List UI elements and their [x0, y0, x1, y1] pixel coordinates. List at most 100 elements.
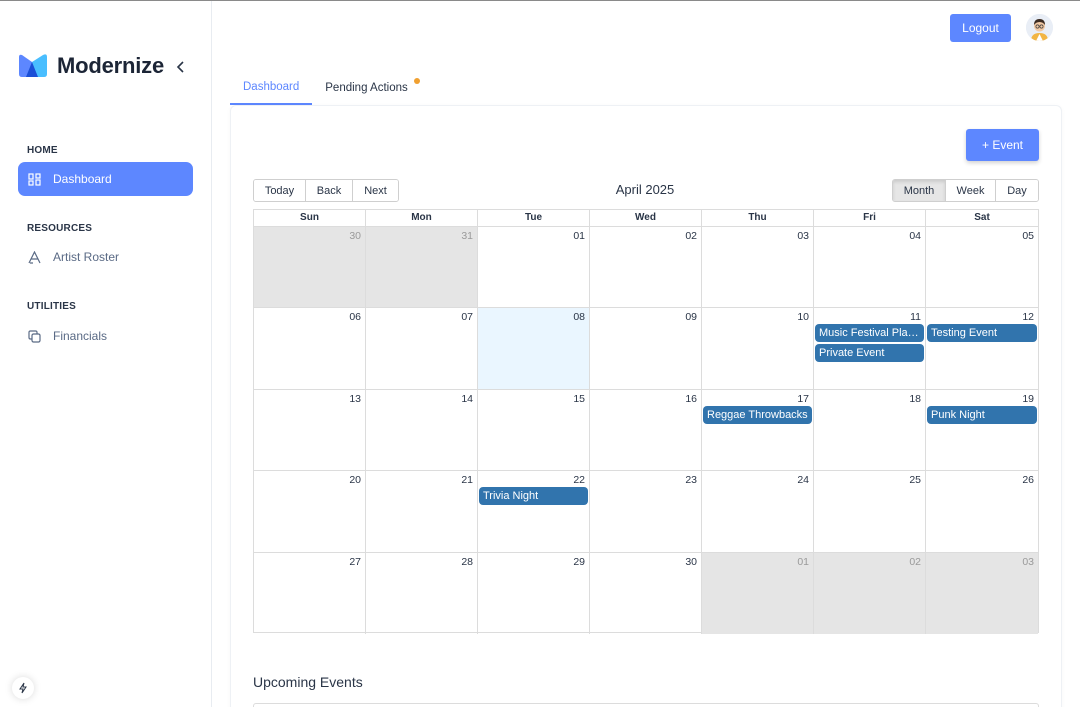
calendar-day-cell[interactable]: 03 [926, 552, 1038, 634]
calendar-day-cell[interactable]: 16 [590, 389, 702, 471]
calendar-day-cell[interactable]: 30 [254, 227, 366, 308]
day-number[interactable]: 20 [349, 474, 361, 486]
day-number[interactable]: 06 [349, 311, 361, 323]
day-number[interactable]: 28 [461, 556, 473, 568]
calendar-event[interactable]: Testing Event [927, 324, 1037, 343]
nav-caption-resources: RESOURCES [27, 223, 93, 234]
calendar-event[interactable]: Trivia Night [479, 487, 588, 506]
day-number[interactable]: 18 [909, 393, 921, 405]
day-number[interactable]: 08 [573, 311, 585, 323]
day-number[interactable]: 04 [909, 230, 921, 242]
today-button[interactable]: Today [254, 180, 306, 201]
calendar-day-cell[interactable]: 19 Punk Night [926, 390, 1038, 470]
day-number[interactable]: 07 [461, 311, 473, 323]
day-number[interactable]: 26 [1022, 474, 1034, 486]
day-number[interactable]: 01 [797, 556, 809, 568]
calendar-day-cell[interactable]: 02 [814, 552, 926, 634]
calendar-day-cell[interactable]: 14 [366, 389, 478, 471]
calendar-event[interactable]: Private Event [815, 344, 924, 363]
day-number[interactable]: 17 [797, 393, 809, 405]
day-number[interactable]: 21 [461, 474, 473, 486]
day-number[interactable]: 01 [573, 230, 585, 242]
calendar-day-cell[interactable]: 24 [702, 471, 814, 552]
calendar-day-cell[interactable]: 20 [254, 471, 366, 552]
weekday-label: Fri [814, 210, 926, 226]
calendar-day-cell[interactable]: 26 [926, 471, 1038, 551]
weekday-label: Tue [478, 210, 590, 226]
day-number[interactable]: 03 [797, 230, 809, 242]
calendar-day-cell[interactable]: 30 [590, 552, 702, 634]
calendar-day-cell[interactable]: 18 [814, 389, 926, 471]
sidebar-item-financials[interactable]: Financials [18, 319, 193, 353]
week-view-button[interactable]: Week [946, 180, 996, 201]
calendar-week-row: 06 07 08 09 10 11 Music Festival Planning Priva… [254, 308, 1038, 390]
calendar-day-cell[interactable]: 01 [478, 227, 590, 308]
day-number[interactable]: 22 [573, 474, 585, 486]
month-view-button[interactable]: Month [893, 180, 946, 201]
calendar-day-cell[interactable]: 04 [814, 227, 926, 308]
calendar-day-cell[interactable]: 10 [702, 308, 814, 389]
day-number[interactable]: 03 [1022, 556, 1034, 568]
calendar-day-cell[interactable]: 23 [590, 471, 702, 552]
typography-icon [27, 250, 41, 264]
next-button[interactable]: Next [353, 180, 398, 201]
bolt-icon[interactable] [12, 677, 34, 699]
day-number[interactable]: 27 [349, 556, 361, 568]
day-number[interactable]: 29 [573, 556, 585, 568]
day-number[interactable]: 19 [1022, 393, 1034, 405]
calendar-day-cell[interactable]: 31 [366, 227, 478, 308]
calendar-day-cell[interactable]: 02 [590, 227, 702, 308]
day-number[interactable]: 24 [797, 474, 809, 486]
calendar-event[interactable]: Music Festival Planning [815, 324, 924, 343]
day-number[interactable]: 11 [910, 311, 921, 323]
back-button[interactable]: Back [306, 180, 353, 201]
sidebar-item-dashboard[interactable]: Dashboard [18, 162, 193, 196]
calendar-day-cell[interactable]: 07 [366, 308, 478, 389]
tab-label: Pending Actions [325, 82, 408, 94]
tab-dashboard[interactable]: Dashboard [230, 71, 313, 105]
calendar-day-cell[interactable]: 22 Trivia Night [478, 471, 590, 552]
day-number[interactable]: 15 [573, 393, 585, 405]
calendar-day-cell[interactable]: 01 [702, 552, 814, 634]
calendar-day-cell[interactable]: 09 [590, 308, 702, 389]
calendar-day-cell[interactable]: 27 [254, 552, 366, 634]
calendar-event[interactable]: Reggae Throwbacks [703, 405, 812, 424]
add-event-button[interactable]: + Event [966, 129, 1039, 161]
calendar-nav-group: Today Back Next [253, 179, 399, 202]
brand[interactable]: Modernize [18, 53, 164, 79]
day-number[interactable]: 31 [461, 230, 473, 242]
day-number[interactable]: 25 [909, 474, 921, 486]
calendar-day-cell[interactable]: 12 Testing Event [926, 308, 1038, 388]
day-number[interactable]: 23 [685, 474, 697, 486]
calendar-day-cell[interactable]: 25 [814, 471, 926, 552]
calendar-day-cell[interactable]: 06 [254, 308, 366, 389]
day-number[interactable]: 16 [685, 393, 697, 405]
sidebar-item-artist-roster[interactable]: Artist Roster [18, 240, 193, 274]
calendar-day-cell[interactable]: 08 [478, 308, 590, 389]
tab-pending-actions[interactable]: Pending Actions [312, 71, 420, 105]
calendar-day-cell[interactable]: 13 [254, 389, 366, 471]
collapse-sidebar-icon[interactable] [173, 57, 189, 77]
day-number[interactable]: 14 [461, 393, 473, 405]
day-view-button[interactable]: Day [996, 180, 1038, 201]
calendar-day-cell[interactable]: 03 [702, 227, 814, 308]
calendar-day-cell[interactable]: 17 Reggae Throwbacks [702, 389, 814, 471]
day-number[interactable]: 09 [685, 311, 697, 323]
calendar-day-cell[interactable]: 28 [366, 552, 478, 634]
day-number[interactable]: 30 [349, 230, 361, 242]
logout-button[interactable]: Logout [950, 14, 1011, 42]
day-number[interactable]: 12 [1022, 311, 1034, 323]
day-number[interactable]: 13 [349, 393, 361, 405]
day-number[interactable]: 05 [1022, 230, 1034, 242]
calendar-day-cell[interactable]: 05 [926, 227, 1038, 307]
calendar-day-cell[interactable]: 15 [478, 389, 590, 471]
day-number[interactable]: 02 [909, 556, 921, 568]
day-number[interactable]: 30 [685, 556, 697, 568]
calendar-event[interactable]: Punk Night [927, 405, 1037, 424]
user-avatar[interactable] [1026, 14, 1053, 41]
day-number[interactable]: 10 [797, 311, 809, 323]
calendar-day-cell[interactable]: 11 Music Festival Planning Private Event [814, 308, 926, 389]
day-number[interactable]: 02 [685, 230, 697, 242]
calendar-day-cell[interactable]: 21 [366, 471, 478, 552]
calendar-day-cell[interactable]: 29 [478, 552, 590, 634]
